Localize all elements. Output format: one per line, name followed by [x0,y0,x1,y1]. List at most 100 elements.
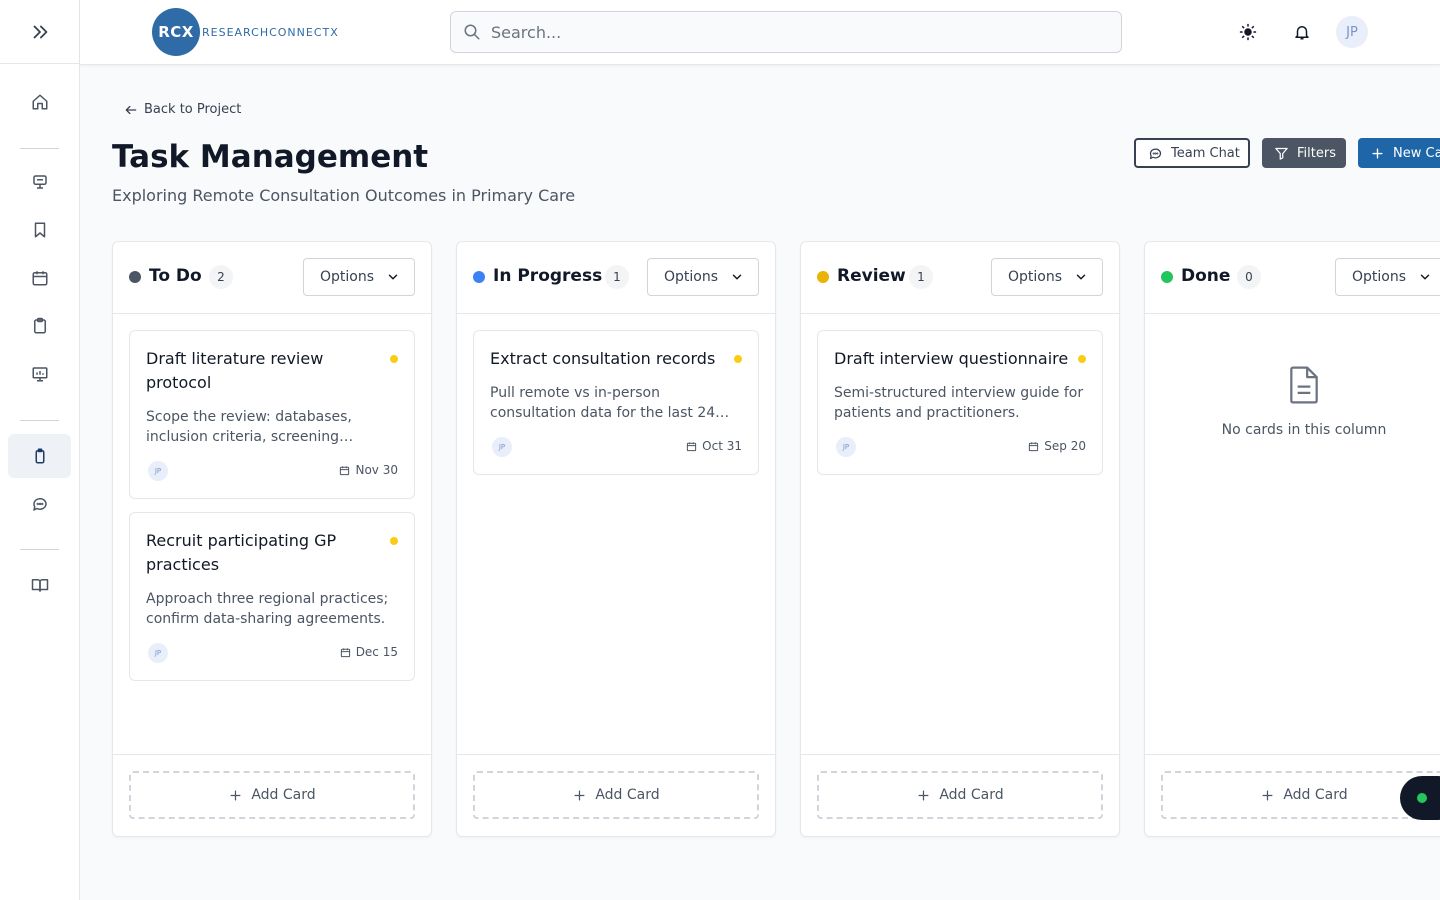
card-title: Extract consultation records [490,349,716,368]
sidebar-item-tasks[interactable] [8,434,71,478]
status-dot [1161,271,1173,283]
column-count-badge: 1 [605,265,629,289]
card-title: Recruit participating GP practices [146,531,337,574]
add-card-label: Add Card [595,787,660,803]
sidebar-item-clipboard[interactable] [8,304,71,348]
logo-text: RESEARCHCONNECTX [202,25,339,39]
sidebar-divider [20,549,59,550]
sidebar-divider [20,148,59,149]
sidebar-item-bookmarks[interactable] [8,208,71,252]
task-card[interactable]: Draft interview questionnaire Semi-struc… [817,330,1103,475]
column-options-button[interactable]: Options [647,258,759,296]
book-icon [31,579,48,592]
sidebar-item-analytics[interactable] [8,352,71,396]
due-date-text: Sep 20 [1044,439,1086,453]
chart-board-icon [32,367,47,382]
notifications-button[interactable] [1286,16,1318,48]
assignee-avatar: JP [148,643,168,663]
assignee-avatar: JP [148,461,168,481]
due-date: Oct 31 [686,439,742,453]
filters-button[interactable]: Filters [1262,138,1346,168]
clipboard-icon [33,317,46,334]
due-date: Sep 20 [1028,439,1086,453]
calendar-icon [687,441,697,451]
column-review: Review 1 Options Draft interview questio… [800,241,1120,837]
options-label: Options [1352,269,1407,285]
task-card[interactable]: Draft literature review protocol Scope t… [129,330,415,499]
chevrons-right-icon [33,25,47,38]
column-footer: Add Card [801,754,1119,836]
task-card[interactable]: Recruit participating GP practices Appro… [129,512,415,681]
options-label: Options [320,269,375,285]
plus-icon [230,790,241,800]
page-subtitle: Exploring Remote Consultation Outcomes i… [112,186,576,205]
message-circle-icon [1149,148,1162,159]
search-input[interactable] [491,22,1091,42]
card-description: Semi-structured interview guide for pati… [834,385,1084,421]
new-card-label: New Card [1393,145,1440,161]
presentation-icon [32,175,47,189]
search-icon [464,24,480,40]
task-icon [35,448,44,464]
theme-toggle-button[interactable] [1232,16,1264,48]
card-title: Draft interview questionnaire [834,349,1069,368]
chevron-down-icon [1076,274,1086,280]
column-in-progress: In Progress 1 Options Extract consultati… [456,241,776,837]
card-title: Draft literature review protocol [146,349,324,392]
add-card-button[interactable]: Add Card [129,771,415,819]
add-card-button[interactable]: Add Card [1161,771,1440,819]
column-options-button[interactable]: Options [991,258,1103,296]
sidebar [0,0,80,900]
card-description: Scope the review: databases, inclusion c… [146,409,352,445]
expand-sidebar-button[interactable] [0,0,79,64]
column-footer: Add Card [457,754,775,836]
floating-status-button[interactable] [1400,776,1440,820]
card-description: Approach three regional practices; confi… [146,591,389,627]
arrow-left-icon [125,105,137,114]
plus-icon [918,790,929,800]
column-count-badge: 1 [909,265,933,289]
status-dot [473,271,485,283]
task-card[interactable]: Extract consultation records Pull remote… [473,330,759,475]
user-avatar[interactable]: JP [1336,16,1368,48]
plus-icon [1262,790,1273,800]
due-date-text: Dec 15 [355,645,398,659]
column-header: To Do 2 Options [113,242,431,314]
column-count-badge: 2 [209,265,233,289]
priority-dot [734,355,742,363]
column-options-button[interactable]: Options [1335,258,1440,296]
column-header: In Progress 1 Options [457,242,775,314]
due-date-text: Nov 30 [355,463,398,477]
column-header: Review 1 Options [801,242,1119,314]
sidebar-item-library[interactable] [8,563,71,607]
sidebar-item-calendar[interactable] [8,256,71,300]
app-logo[interactable]: RCX RESEARCHCONNECTX [152,8,339,56]
sidebar-item-chat[interactable] [8,482,71,526]
sidebar-item-presentation[interactable] [8,160,71,204]
column-title: Done [1181,266,1231,286]
calendar-icon [1029,441,1039,451]
top-header: RCX RESEARCHCONNECTX JP [80,0,1440,65]
new-card-button[interactable]: New Card [1358,138,1440,168]
due-date: Nov 30 [339,463,398,477]
column-options-button[interactable]: Options [303,258,415,296]
plus-icon [1372,147,1383,159]
column-todo: To Do 2 Options Draft literature review … [112,241,432,837]
online-status-dot [1417,793,1427,803]
add-card-button[interactable]: Add Card [473,771,759,819]
column-title: In Progress [493,266,603,286]
assignee-avatar: JP [836,437,856,457]
search-bar [450,11,1122,53]
team-chat-button[interactable]: Team Chat [1134,138,1250,168]
add-card-label: Add Card [251,787,316,803]
column-count-badge: 0 [1237,265,1261,289]
home-icon [32,94,47,110]
add-card-label: Add Card [939,787,1004,803]
calendar-icon [32,271,47,286]
add-card-button[interactable]: Add Card [817,771,1103,819]
due-date-text: Oct 31 [702,439,742,453]
back-to-project-link[interactable]: Back to Project [124,102,241,117]
team-chat-label: Team Chat [1171,145,1240,161]
status-dot [129,271,141,283]
sidebar-item-home[interactable] [8,80,71,124]
